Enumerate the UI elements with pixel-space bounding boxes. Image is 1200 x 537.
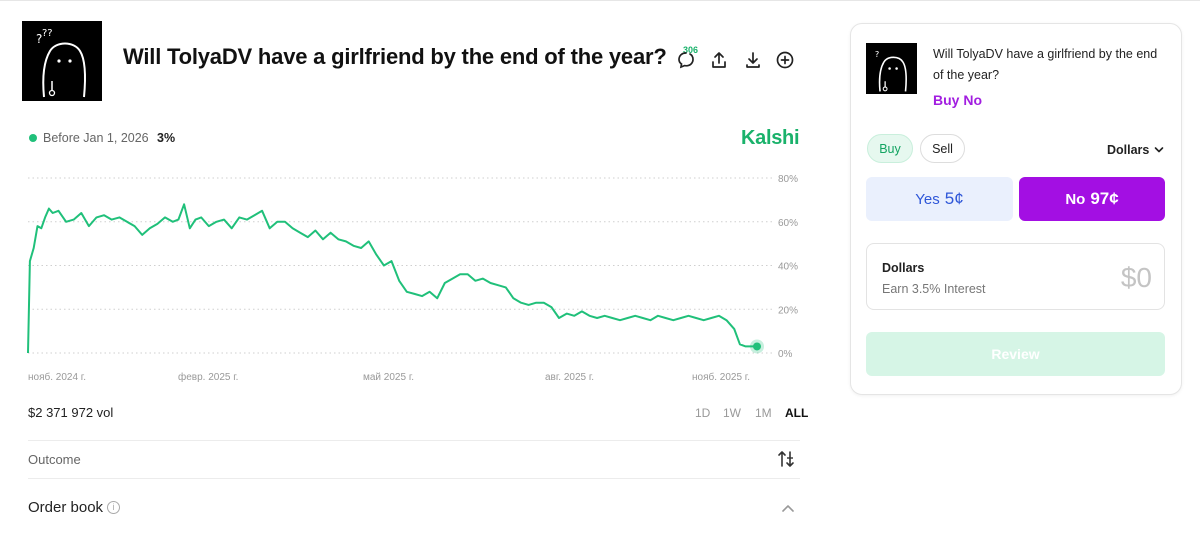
market-image: ? ?? (22, 21, 102, 101)
orderbook-title[interactable]: Order book (28, 499, 103, 516)
legend-dot (29, 134, 37, 142)
y-tick-label: 60% (778, 218, 798, 229)
current-point (753, 342, 761, 351)
range-1d-button[interactable]: 1D (695, 406, 710, 420)
review-button[interactable]: Review (866, 332, 1165, 376)
range-1m-button[interactable]: 1M (755, 406, 772, 420)
download-icon[interactable] (741, 48, 765, 72)
interest-label: Earn 3.5% Interest (882, 282, 986, 296)
amount-value[interactable]: $0 (1110, 262, 1152, 294)
tab-sell[interactable]: Sell (920, 134, 965, 163)
y-tick-label: 0% (778, 349, 793, 360)
y-tick-label: 40% (778, 262, 798, 273)
legend-value: 3% (157, 131, 176, 145)
top-border (0, 0, 1200, 1)
info-icon[interactable]: i (107, 501, 120, 514)
comments-icon[interactable] (674, 48, 698, 72)
buy-yes-button[interactable]: Yes 5¢ (866, 177, 1013, 221)
add-circle-icon[interactable] (773, 48, 797, 72)
volume-label: $2 371 972 vol (28, 405, 114, 420)
sort-icon[interactable] (776, 449, 796, 469)
buy-no-button[interactable]: No 97¢ (1019, 177, 1165, 221)
panel-market-image: ? (866, 43, 917, 94)
chevron-up-icon[interactable] (780, 501, 796, 515)
x-tick-label: нояб. 2025 г. (692, 371, 750, 383)
tab-buy[interactable]: Buy (867, 134, 913, 163)
amount-label: Dollars (882, 261, 925, 275)
series-line (27, 203, 757, 354)
no-price: 97¢ (1090, 189, 1119, 208)
outcome-label: Outcome (28, 452, 81, 467)
yes-label: Yes (915, 190, 940, 208)
panel-action-label: Buy No (933, 92, 982, 108)
x-tick-label: май 2025 г. (363, 372, 414, 383)
currency-label: Dollars (1107, 143, 1150, 157)
chevron-down-icon (1155, 147, 1164, 153)
y-tick-label: 20% (778, 305, 798, 316)
yes-price: 5¢ (944, 189, 964, 208)
brand-logo: Kalshi (741, 127, 800, 149)
range-1w-button[interactable]: 1W (723, 406, 741, 420)
no-label: No (1065, 190, 1086, 208)
currency-select[interactable]: Dollars (1107, 143, 1164, 157)
range-all-button[interactable]: ALL (785, 406, 808, 420)
x-tick-label: нояб. 2024 г. (28, 371, 86, 383)
panel-market-title: Will TolyaDV have a girlfriend by the en… (933, 47, 1158, 82)
divider (28, 440, 800, 441)
price-chart[interactable]: 80% 60% 40% 20% 0% нояб. 2024 г. февр. 2025 г… (0, 160, 820, 390)
x-tick-label: авг. 2025 г. (545, 372, 594, 383)
legend-label: Before Jan 1, 2026 (43, 131, 149, 145)
market-title: Will TolyaDV have a girlfriend by the en… (123, 44, 667, 69)
svg-text:?: ? (875, 49, 879, 59)
share-icon[interactable] (707, 48, 731, 72)
svg-text:??: ?? (42, 28, 53, 39)
divider (28, 478, 800, 479)
x-tick-label: февр. 2025 г. (178, 371, 238, 383)
y-tick-label: 80% (778, 174, 798, 185)
